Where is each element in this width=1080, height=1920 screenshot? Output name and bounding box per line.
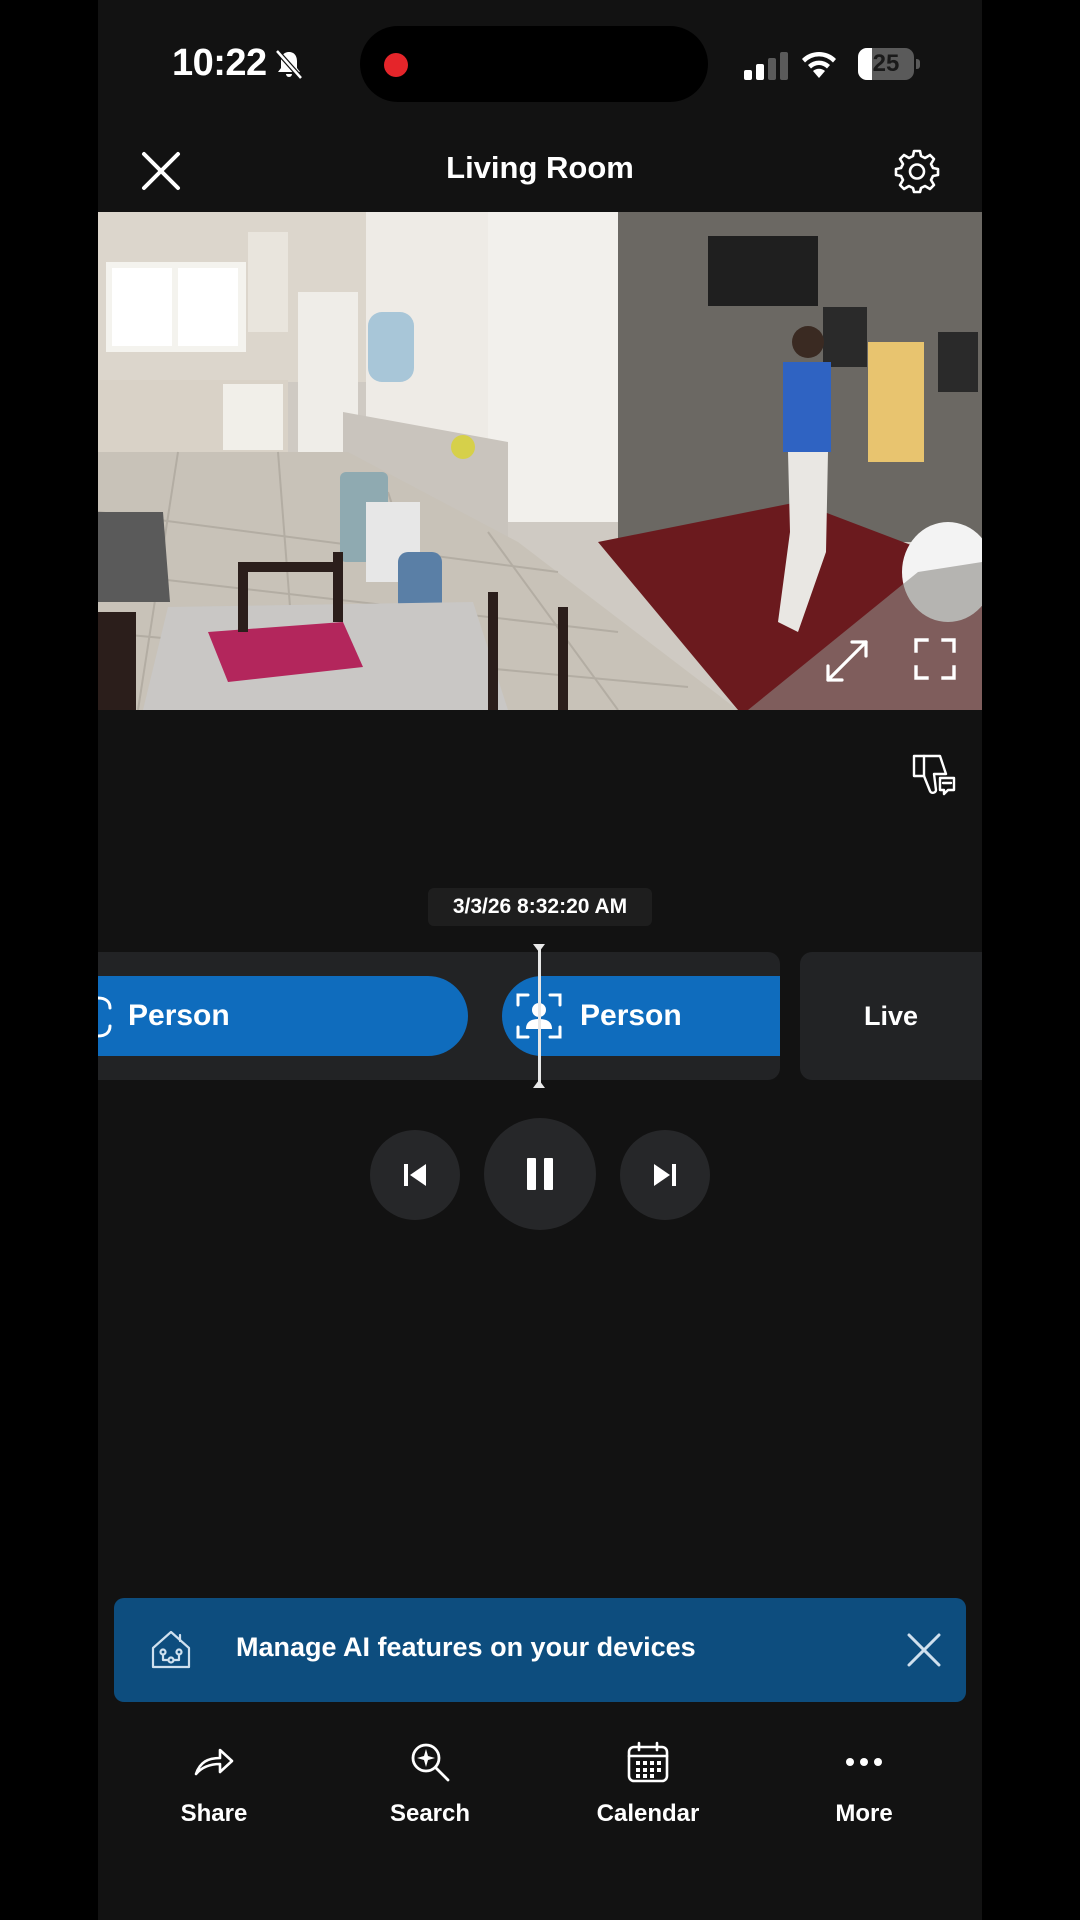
event-label: Person xyxy=(580,999,682,1032)
share-arrow-icon xyxy=(194,1748,234,1776)
thumbs-down-feedback-icon[interactable] xyxy=(910,752,956,796)
page-title: Living Room xyxy=(446,150,634,185)
status-bar: 10:22 25 xyxy=(98,0,982,130)
fullscreen-icon[interactable] xyxy=(914,638,956,680)
skip-back-icon xyxy=(404,1164,426,1186)
silent-bell-icon xyxy=(275,49,303,80)
search-button[interactable]: Search xyxy=(350,1740,510,1828)
event-timeline[interactable]: Person Person Live xyxy=(98,944,982,1088)
camera-image xyxy=(98,212,982,710)
event-item-person-current[interactable]: Person xyxy=(502,976,780,1056)
event-label: Person xyxy=(128,999,230,1032)
smart-home-icon xyxy=(151,1630,191,1669)
search-label: Search xyxy=(389,1800,471,1827)
recording-indicator xyxy=(384,53,408,77)
ai-features-banner[interactable]: Manage AI features on your devices xyxy=(114,1598,966,1702)
calendar-button[interactable]: Calendar xyxy=(568,1740,728,1828)
live-button[interactable]: Live xyxy=(800,952,982,1080)
more-dots-icon xyxy=(846,1758,882,1766)
expand-icon[interactable] xyxy=(824,638,870,684)
banner-text: Manage AI features on your devices xyxy=(236,1632,696,1662)
playhead-top-marker xyxy=(533,944,545,952)
more-label: More xyxy=(835,1800,893,1827)
ai-search-icon xyxy=(411,1743,450,1782)
share-button[interactable]: Share xyxy=(134,1740,294,1828)
calendar-label: Calendar xyxy=(596,1800,700,1827)
share-label: Share xyxy=(180,1800,248,1827)
camera-live-view[interactable] xyxy=(98,212,982,710)
playhead-bottom-marker xyxy=(533,1080,545,1088)
playhead[interactable] xyxy=(538,946,541,1086)
event-item-person-previous[interactable]: Person xyxy=(98,976,468,1056)
close-icon[interactable] xyxy=(906,1632,942,1668)
battery-percent: 25 xyxy=(872,50,900,77)
pause-button[interactable] xyxy=(484,1118,596,1230)
cellular-signal-icon xyxy=(744,52,788,80)
top-bar: Living Room xyxy=(98,130,982,212)
pause-icon xyxy=(527,1158,553,1190)
next-event-button[interactable] xyxy=(620,1130,710,1220)
battery-indicator: 25 xyxy=(858,48,920,80)
more-button[interactable]: More xyxy=(784,1740,944,1828)
bottom-action-bar: Share Search Calendar More xyxy=(98,1740,982,1860)
skip-forward-icon xyxy=(654,1164,676,1186)
previous-event-button[interactable] xyxy=(370,1130,460,1220)
wifi-icon xyxy=(802,51,836,78)
person-detect-icon xyxy=(98,996,112,1038)
gear-icon[interactable] xyxy=(894,148,940,194)
dynamic-island xyxy=(360,26,708,102)
status-time: 10:22 xyxy=(172,42,267,84)
calendar-icon xyxy=(627,1741,669,1783)
app-screen: 10:22 25 Living Room 3/3/26 8:32:20 AM P… xyxy=(98,0,982,1920)
playback-timestamp: 3/3/26 8:32:20 AM xyxy=(428,888,652,926)
